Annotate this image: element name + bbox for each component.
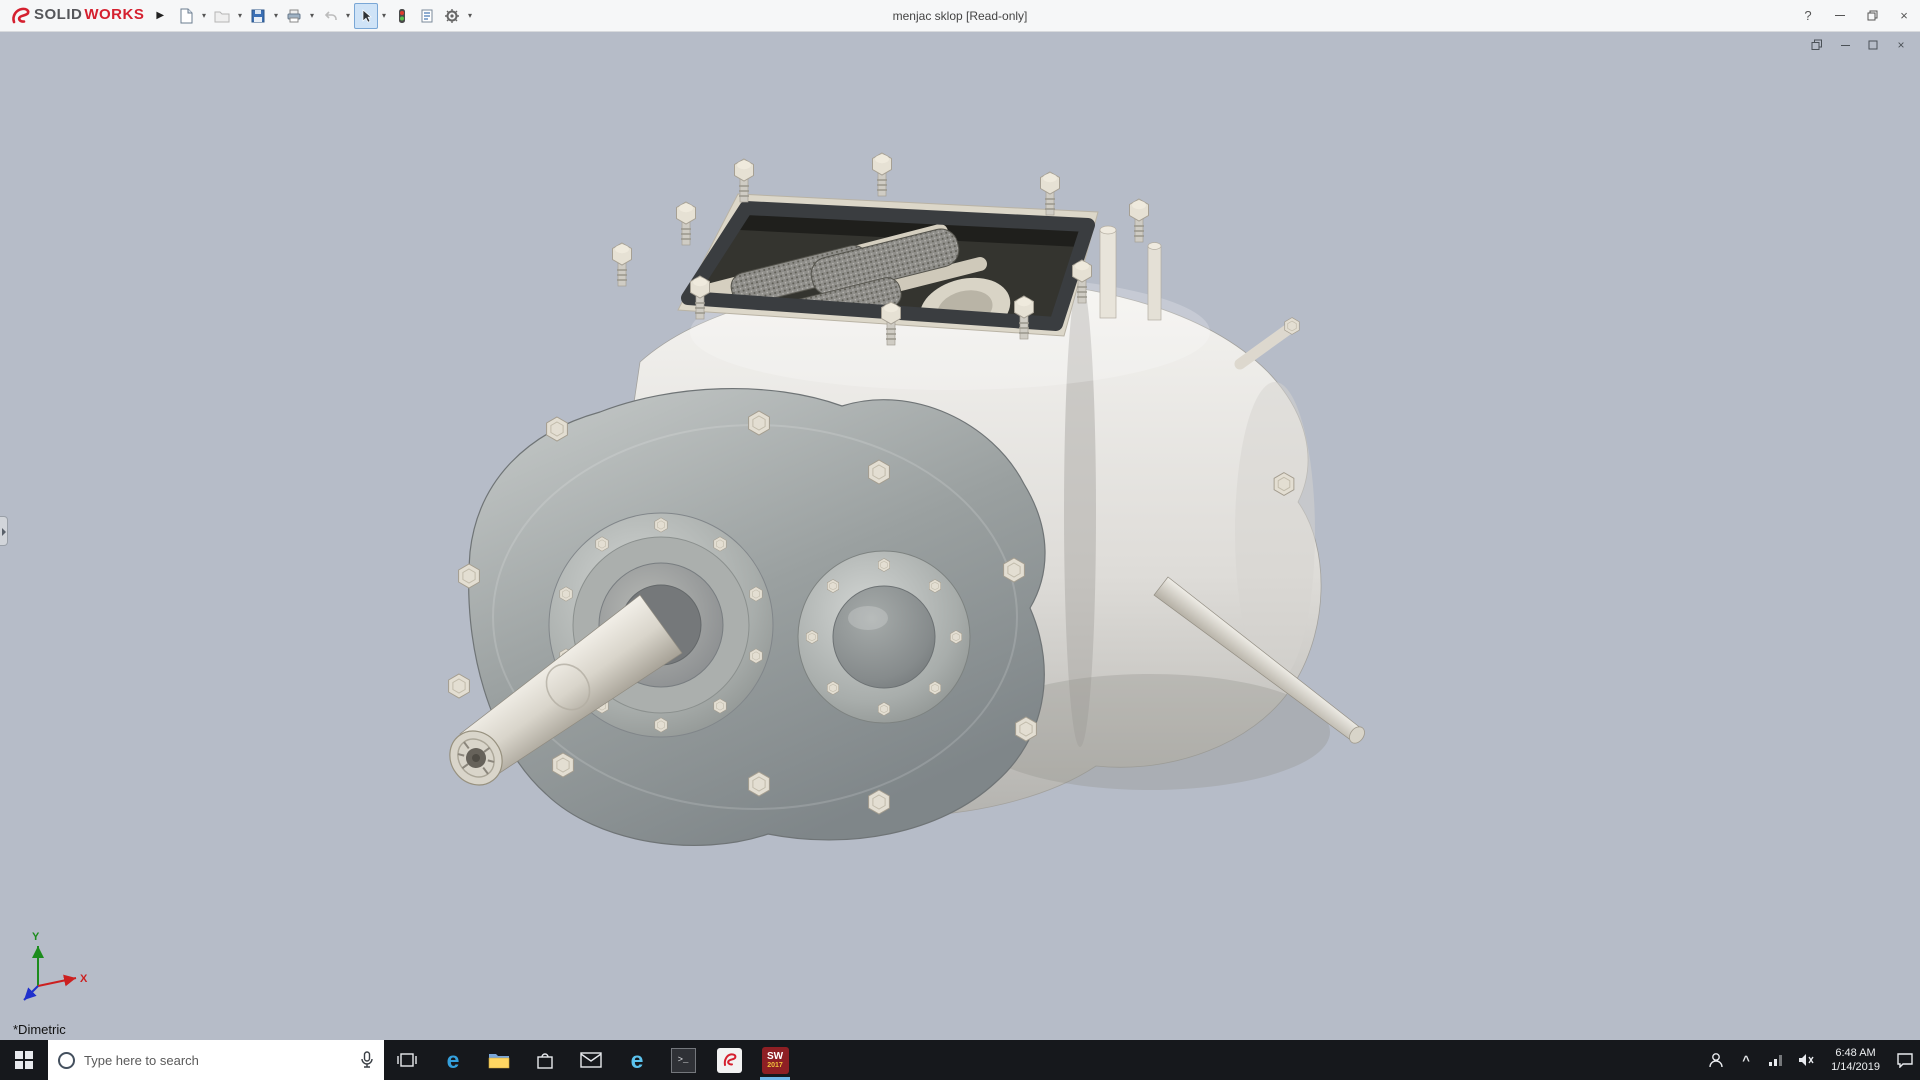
open-folder-icon: [214, 8, 230, 24]
cascade-windows-icon: [1811, 39, 1823, 51]
solidworks-logo: SOLID WORKS: [0, 6, 152, 26]
chevron-up-icon: ^: [1742, 1053, 1750, 1068]
open-button[interactable]: [210, 3, 234, 29]
print-icon: [286, 8, 302, 24]
people-button[interactable]: [1701, 1040, 1731, 1080]
logo-text-solid: SOLID: [34, 6, 82, 23]
close-button[interactable]: ×: [1888, 0, 1920, 32]
select-cursor-icon: [358, 8, 374, 24]
rebuild-traffic-light-icon: [394, 8, 410, 24]
view-orientation-label: *Dimetric: [13, 1022, 66, 1037]
select-dropdown-arrow[interactable]: ▾: [379, 11, 389, 20]
graphics-viewport[interactable]: ×: [0, 32, 1920, 1040]
document-title: menjac sklop [Read-only]: [893, 0, 1028, 32]
model-dome-boss: [798, 551, 970, 723]
solidworks-launcher-button[interactable]: [706, 1040, 752, 1080]
undo-dropdown-arrow[interactable]: ▾: [343, 11, 353, 20]
edge-beta-icon: e: [631, 1049, 644, 1072]
options-dropdown-arrow[interactable]: ▾: [465, 11, 475, 20]
notification-bubble-icon: [1896, 1052, 1914, 1068]
terminal-button[interactable]: >_: [660, 1040, 706, 1080]
windows-logo-icon: [15, 1051, 33, 1069]
system-tray: ^ 6:48 AM 1/14/2019: [1701, 1040, 1920, 1080]
print-dropdown-arrow[interactable]: ▾: [307, 11, 317, 20]
new-dropdown-arrow[interactable]: ▾: [199, 11, 209, 20]
select-tool-button[interactable]: [354, 3, 378, 29]
volume-button[interactable]: [1791, 1040, 1821, 1080]
task-view-icon: [396, 1051, 418, 1069]
file-explorer-button[interactable]: [476, 1040, 522, 1080]
triad-x-axis: [38, 978, 76, 986]
file-properties-button[interactable]: [415, 3, 439, 29]
new-document-icon: [178, 8, 194, 24]
solidworks-2017-button[interactable]: SW 2017: [752, 1040, 798, 1080]
search-input[interactable]: [84, 1053, 351, 1068]
clock-date: 1/14/2019: [1831, 1060, 1880, 1074]
microphone-icon[interactable]: [360, 1051, 374, 1069]
undo-icon: [322, 8, 338, 24]
rebuild-button[interactable]: [390, 3, 414, 29]
print-button[interactable]: [282, 3, 306, 29]
minimize-icon: [1835, 15, 1845, 16]
network-button[interactable]: [1761, 1040, 1791, 1080]
doc-cascade-button[interactable]: [1806, 37, 1828, 53]
windows-taskbar: e e >_ SW 2017: [0, 1040, 1920, 1080]
network-status-icon: [1768, 1053, 1784, 1067]
volume-muted-icon: [1797, 1052, 1815, 1068]
logo-text-works: WORKS: [84, 6, 144, 23]
store-button[interactable]: [522, 1040, 568, 1080]
file-properties-icon: [419, 8, 435, 24]
solidworks-app-icon: [717, 1048, 742, 1073]
cortana-icon: [58, 1052, 75, 1069]
triad-x-label: X: [80, 973, 88, 985]
start-button[interactable]: [0, 1040, 48, 1080]
open-dropdown-arrow[interactable]: ▾: [235, 11, 245, 20]
model-front-plate: [439, 389, 1045, 846]
doc-restore-icon: [1868, 40, 1878, 50]
mail-icon: [580, 1052, 602, 1068]
minimize-button[interactable]: [1824, 0, 1856, 32]
clock-time: 6:48 AM: [1835, 1046, 1875, 1060]
save-icon: [250, 8, 266, 24]
new-document-button[interactable]: [174, 3, 198, 29]
menu-flyout-arrow-icon[interactable]: ▶: [152, 10, 174, 21]
triad-y-label: Y: [32, 931, 40, 943]
doc-minimize-icon: [1841, 45, 1850, 46]
document-window-controls: ×: [1806, 37, 1912, 53]
solidworks-2017-icon: SW 2017: [762, 1047, 789, 1074]
restore-icon: [1867, 10, 1878, 21]
options-button[interactable]: [440, 3, 464, 29]
restore-button[interactable]: [1856, 0, 1888, 32]
help-button[interactable]: ?: [1792, 0, 1824, 32]
mail-button[interactable]: [568, 1040, 614, 1080]
gearbox-model[interactable]: [0, 32, 1920, 1040]
people-icon: [1707, 1051, 1725, 1069]
action-center-button[interactable]: [1890, 1040, 1920, 1080]
store-bag-icon: [535, 1050, 555, 1070]
titlebar: SOLID WORKS ▶ ▾ ▾ ▾: [0, 0, 1920, 32]
edge-icon: e: [447, 1049, 460, 1072]
edge-button[interactable]: e: [430, 1040, 476, 1080]
dassault-3ds-logo-icon: [10, 6, 32, 26]
doc-restore-button[interactable]: [1862, 37, 1884, 53]
undo-button[interactable]: [318, 3, 342, 29]
standard-toolbar: ▾ ▾ ▾ ▾ ▾: [174, 3, 475, 29]
save-dropdown-arrow[interactable]: ▾: [271, 11, 281, 20]
file-explorer-icon: [487, 1050, 511, 1070]
task-view-button[interactable]: [384, 1040, 430, 1080]
terminal-icon: >_: [671, 1048, 696, 1073]
doc-close-button[interactable]: ×: [1890, 37, 1912, 53]
options-gear-icon: [444, 8, 460, 24]
save-button[interactable]: [246, 3, 270, 29]
hidden-icons-button[interactable]: ^: [1731, 1040, 1761, 1080]
orientation-triad[interactable]: Y X: [14, 928, 92, 1012]
app-window-controls: ? ×: [1792, 0, 1920, 32]
edge-beta-button[interactable]: e: [614, 1040, 660, 1080]
triad-z-axis: [24, 986, 38, 1000]
doc-minimize-button[interactable]: [1834, 37, 1856, 53]
taskbar-clock[interactable]: 6:48 AM 1/14/2019: [1821, 1040, 1890, 1080]
taskbar-search[interactable]: [48, 1040, 384, 1080]
